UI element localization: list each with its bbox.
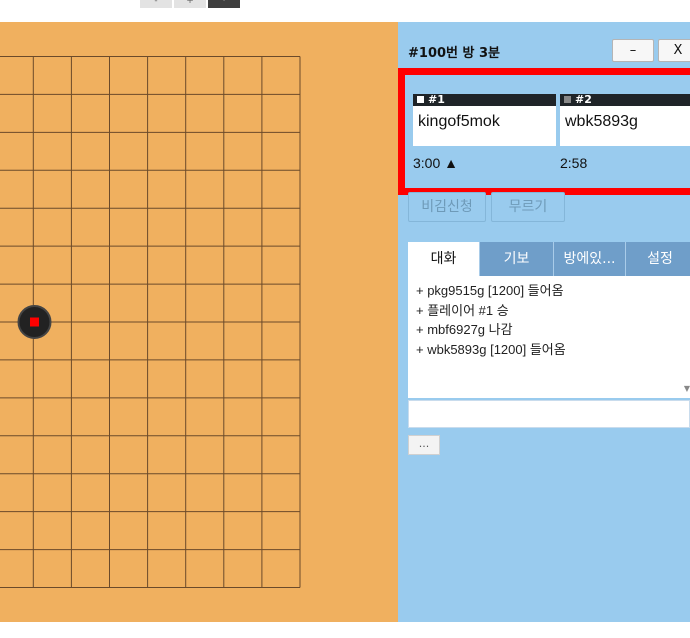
fit-view-button[interactable]: · [208, 0, 240, 8]
black-stone-icon [17, 305, 52, 339]
chat-message: + 플레이어 #1 승 [416, 302, 509, 318]
chat-message: + wbk5893g [1200] 들어옴 [416, 341, 566, 357]
last-move-marker-icon [30, 317, 39, 327]
player-header-1: #1 [413, 94, 556, 106]
side-panel: #100번 방 3분 – X #1 kingof5mok #2 wbk5893g… [398, 22, 690, 622]
scroll-down-arrow-icon[interactable]: ▼ [684, 384, 690, 393]
chat-message: + mbf6927g 나감 [416, 322, 513, 337]
tab-chat[interactable]: 대화 [408, 242, 480, 276]
top-toolbar: - + · [0, 0, 690, 22]
board-grid[interactable] [0, 22, 398, 622]
minimize-button[interactable]: – [612, 39, 654, 62]
tab-settings[interactable]: 설정 [626, 242, 690, 276]
chat-input[interactable] [408, 400, 690, 428]
draw-request-button[interactable]: 비김신청 [408, 192, 486, 222]
white-square-icon [417, 96, 424, 103]
tab-game-record[interactable]: 기보 [480, 242, 554, 276]
player-number-1: #1 [428, 93, 445, 106]
player-timer-2: 2:58 [560, 155, 588, 171]
player-timer-1: 3:00 ▲ [413, 155, 458, 171]
player-number-2: #2 [575, 93, 592, 106]
player-name-2: wbk5893g [565, 113, 638, 130]
gray-square-icon [564, 96, 571, 103]
player-header-2: #2 [560, 94, 690, 106]
panel-tabs: 대화 기보 방에있... 설정 [408, 242, 690, 276]
player-card-1: #1 kingof5mok [413, 94, 556, 146]
undo-button[interactable]: 무르기 [491, 192, 565, 222]
game-board[interactable] [0, 22, 398, 622]
more-options-button[interactable]: ... [408, 435, 440, 455]
players-area: #1 kingof5mok #2 wbk5893g 3:00 ▲ 2:58 [408, 88, 690, 188]
chat-log[interactable]: + pkg9515g [1200] 들어옴 + 플레이어 #1 승 + mbf6… [408, 276, 690, 398]
chat-message: + pkg9515g [1200] 들어옴 [416, 283, 564, 298]
bottom-strip [0, 622, 690, 638]
zoom-out-button[interactable]: - [140, 0, 172, 8]
player-card-2: #2 wbk5893g [560, 94, 690, 146]
players-highlight-box: #1 kingof5mok #2 wbk5893g 3:00 ▲ 2:58 [398, 68, 690, 195]
zoom-in-button[interactable]: + [174, 0, 206, 8]
player-name-1: kingof5mok [418, 113, 500, 130]
close-button[interactable]: X [658, 39, 690, 62]
room-title: #100번 방 3분 [408, 46, 501, 61]
tab-room-users[interactable]: 방에있... [554, 242, 626, 276]
